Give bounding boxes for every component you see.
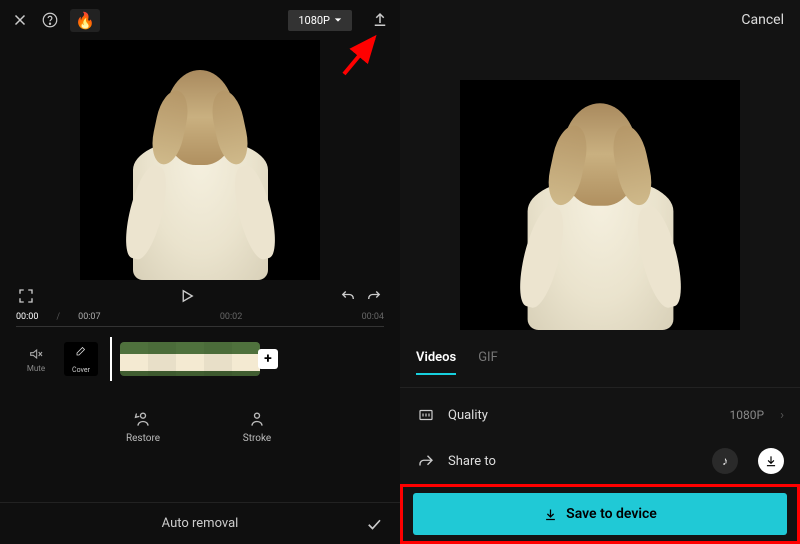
video-clip[interactable] bbox=[120, 342, 260, 376]
time-mark: 00:02 bbox=[119, 312, 243, 322]
time-current: 00:00 bbox=[16, 312, 38, 322]
timeline-track[interactable]: Mute Cover + bbox=[0, 335, 400, 383]
close-icon[interactable] bbox=[10, 10, 30, 30]
preview-subject bbox=[133, 70, 268, 280]
cover-label: Cover bbox=[72, 366, 90, 374]
share-row: Share to ♪ bbox=[400, 438, 800, 484]
playback-controls bbox=[0, 280, 400, 312]
bottom-bar: Auto removal bbox=[0, 502, 400, 544]
cover-button[interactable]: Cover bbox=[64, 342, 98, 376]
resolution-selector[interactable]: 1080P bbox=[288, 10, 352, 31]
cancel-button[interactable]: Cancel bbox=[741, 12, 784, 28]
play-button[interactable] bbox=[177, 286, 197, 306]
editor-topbar: 🔥 1080P bbox=[0, 0, 400, 40]
tab-gif[interactable]: GIF bbox=[478, 350, 498, 375]
export-tabs: Videos GIF bbox=[400, 330, 800, 375]
export-icon[interactable] bbox=[370, 10, 390, 30]
mute-button[interactable]: Mute bbox=[16, 346, 56, 373]
export-panel: Cancel Videos GIF Quality 1080P › Share … bbox=[400, 0, 800, 544]
redo-icon[interactable] bbox=[364, 286, 384, 306]
time-total: 00:07 bbox=[78, 312, 100, 322]
tiktok-icon: ♪ bbox=[722, 454, 728, 468]
playhead[interactable] bbox=[110, 337, 112, 381]
quality-value: 1080P bbox=[730, 408, 765, 422]
streak-icon[interactable]: 🔥 bbox=[70, 9, 100, 32]
quality-row[interactable]: Quality 1080P › bbox=[400, 392, 800, 438]
quality-label: Quality bbox=[448, 408, 488, 423]
restore-label: Restore bbox=[126, 433, 160, 444]
share-download-button[interactable] bbox=[758, 448, 784, 474]
mute-label: Mute bbox=[27, 364, 45, 373]
save-highlight: Save to device bbox=[400, 484, 800, 544]
save-to-device-button[interactable]: Save to device bbox=[413, 493, 787, 535]
time-mark: 00:04 bbox=[260, 312, 384, 322]
stroke-button[interactable]: Stroke bbox=[230, 409, 284, 444]
fullscreen-icon[interactable] bbox=[16, 286, 36, 306]
help-icon[interactable] bbox=[40, 10, 60, 30]
editor-panel: 🔥 1080P bbox=[0, 0, 400, 544]
share-tiktok-button[interactable]: ♪ bbox=[712, 448, 738, 474]
video-preview[interactable] bbox=[80, 40, 320, 280]
timeline-ruler: 00:00 / 00:07 00:02 00:04 bbox=[0, 312, 400, 322]
resolution-label: 1080P bbox=[298, 14, 330, 27]
stroke-label: Stroke bbox=[243, 433, 271, 444]
restore-button[interactable]: Restore bbox=[116, 409, 170, 444]
download-icon bbox=[543, 507, 558, 522]
add-clip-button[interactable]: + bbox=[258, 349, 278, 369]
caret-down-icon bbox=[334, 16, 342, 24]
undo-icon[interactable] bbox=[338, 286, 358, 306]
save-label: Save to device bbox=[566, 506, 657, 522]
chevron-right-icon: › bbox=[780, 408, 784, 423]
bottom-label: Auto removal bbox=[162, 516, 239, 531]
export-preview bbox=[460, 80, 740, 330]
share-icon bbox=[416, 451, 436, 471]
time-separator: / bbox=[56, 312, 60, 322]
tab-videos[interactable]: Videos bbox=[416, 350, 456, 375]
share-label: Share to bbox=[448, 454, 496, 469]
quality-icon bbox=[416, 405, 436, 425]
confirm-icon[interactable] bbox=[364, 514, 384, 534]
effects-row: Restore Stroke bbox=[0, 409, 400, 444]
